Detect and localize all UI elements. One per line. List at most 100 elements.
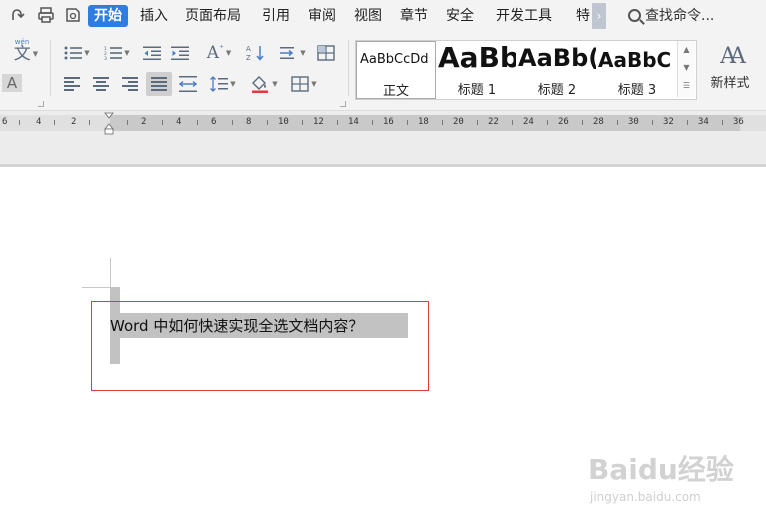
change-case-icon: A <box>206 42 220 63</box>
svg-text:3: 3 <box>104 56 107 60</box>
watermark-logo: Baidu经验 <box>588 453 734 486</box>
style-gallery-scroll[interactable]: ▲ ▼ ☰ <box>677 41 695 97</box>
sort-button[interactable]: AZ <box>244 42 268 64</box>
ruler-label: 22 <box>488 117 499 127</box>
line-spacing-button[interactable]: ▼ <box>206 73 240 95</box>
ruler-tick <box>89 120 90 125</box>
align-center-button[interactable] <box>89 73 113 95</box>
ruler-tick <box>687 120 688 125</box>
show-marks-button[interactable]: ▼ <box>276 42 310 64</box>
ruler-tick <box>582 120 583 125</box>
ruler-label: 36 <box>733 117 744 127</box>
shading-button[interactable]: ▼ <box>246 73 282 95</box>
tab-special[interactable]: 特 <box>576 5 590 27</box>
ruler-label: 30 <box>628 117 639 127</box>
increase-indent-icon <box>171 46 189 60</box>
ribbon-separator <box>348 40 349 96</box>
ruler-tick <box>512 120 513 125</box>
ruler-margin-left <box>0 115 110 131</box>
style-heading-3[interactable]: AaBbC 标题 3 <box>598 41 676 99</box>
style-label: 标题 3 <box>617 83 657 98</box>
command-search[interactable]: 查找命令... <box>628 5 714 27</box>
watermark-url: jingyan.baidu.com <box>590 490 701 504</box>
ruler-tick <box>442 120 443 125</box>
ruler-label: 8 <box>246 117 252 127</box>
decrease-indent-icon <box>143 46 161 60</box>
char-shading-button[interactable]: A <box>2 74 22 92</box>
paint-bucket-icon <box>252 76 269 93</box>
style-sample: AaBbCcDd <box>360 52 429 67</box>
ruler-tick <box>372 120 373 125</box>
expand-gallery-icon[interactable]: ☰ <box>678 77 695 95</box>
style-heading-1[interactable]: AaBb 标题 1 <box>438 41 516 99</box>
table-icon <box>317 45 335 61</box>
tab-view[interactable]: 视图 <box>354 5 382 27</box>
justify-button[interactable] <box>146 72 172 96</box>
bullet-list-button[interactable]: ▼ <box>60 42 94 64</box>
ruler-tick <box>127 120 128 125</box>
ruler-label: 2 <box>71 117 77 127</box>
tab-home[interactable]: 开始 <box>88 5 128 27</box>
ruler-label: 26 <box>558 117 569 127</box>
distributed-align-button[interactable] <box>176 73 200 95</box>
ruler-label: 24 <box>523 117 534 127</box>
ruler-label: 28 <box>593 117 604 127</box>
tab-chapter[interactable]: 章节 <box>400 5 428 27</box>
decrease-indent-button[interactable] <box>140 42 164 64</box>
ruler-label: 2 <box>141 117 147 127</box>
style-label: 标题 2 <box>537 83 577 98</box>
ruler-tick <box>197 120 198 125</box>
ruler-label: 4 <box>36 117 42 127</box>
tab-review[interactable]: 审阅 <box>308 5 336 27</box>
new-style-icon: AA <box>720 44 746 69</box>
print-icon[interactable] <box>36 6 56 26</box>
align-right-button[interactable] <box>118 73 142 95</box>
ruler-label: 4 <box>176 117 182 127</box>
tab-developer[interactable]: 开发工具 <box>496 5 552 27</box>
table-tools-button[interactable] <box>314 42 338 64</box>
sort-az-icon: AZ <box>246 45 264 62</box>
borders-button[interactable]: ▼ <box>286 73 322 95</box>
tab-security[interactable]: 安全 <box>446 5 474 27</box>
ruler-tick <box>232 120 233 125</box>
ruler-tick <box>407 120 408 125</box>
more-tabs-button[interactable]: › <box>592 3 606 29</box>
phonetic-icon: 文 <box>13 43 31 64</box>
change-case-button[interactable]: A ⁺ ▼ <box>202 42 236 64</box>
redo-icon[interactable] <box>8 6 28 26</box>
numbered-list-icon: 123 <box>104 46 123 60</box>
ruler-label: 34 <box>698 117 709 127</box>
ruler-label: 12 <box>313 117 324 127</box>
ruler-label: 6 <box>211 117 217 127</box>
ruler-label: 20 <box>453 117 464 127</box>
ruler-label: 14 <box>348 117 359 127</box>
ruler-margin-right <box>740 115 766 131</box>
phonetic-guide-button[interactable]: wén 文 ▼ <box>10 38 42 65</box>
tab-insert[interactable]: 插入 <box>140 5 168 27</box>
style-sample: AaBb( <box>518 44 596 72</box>
style-heading-2[interactable]: AaBb( 标题 2 <box>518 41 596 99</box>
ruler-tick <box>267 120 268 125</box>
tab-references[interactable]: 引用 <box>262 5 290 27</box>
justify-icon <box>151 75 167 94</box>
show-marks-icon <box>280 47 295 59</box>
increase-indent-button[interactable] <box>168 42 192 64</box>
ruler-label: 32 <box>663 117 674 127</box>
indent-marker[interactable] <box>104 112 114 136</box>
tab-page-layout[interactable]: 页面布局 <box>185 5 241 27</box>
paragraph-dialog-launcher[interactable] <box>340 101 346 107</box>
ruler-tick <box>722 120 723 125</box>
chevron-up-icon[interactable]: ▲ <box>678 41 695 59</box>
preview-icon[interactable] <box>63 6 83 26</box>
chevron-down-icon[interactable]: ▼ <box>678 59 695 77</box>
ruler-tick <box>477 120 478 125</box>
new-style-button[interactable]: AA 新样式 <box>702 42 758 100</box>
svg-text:Z: Z <box>246 54 251 62</box>
style-label: 正文 <box>382 84 409 99</box>
style-normal[interactable]: AaBbCcDd 正文 <box>356 41 436 99</box>
font-dialog-launcher[interactable] <box>38 101 44 107</box>
numbered-list-button[interactable]: 1 2 3 ▼ <box>100 42 134 64</box>
annotation-highlight-box <box>91 301 429 391</box>
ruler-tick <box>19 120 20 125</box>
align-left-button[interactable] <box>60 73 84 95</box>
